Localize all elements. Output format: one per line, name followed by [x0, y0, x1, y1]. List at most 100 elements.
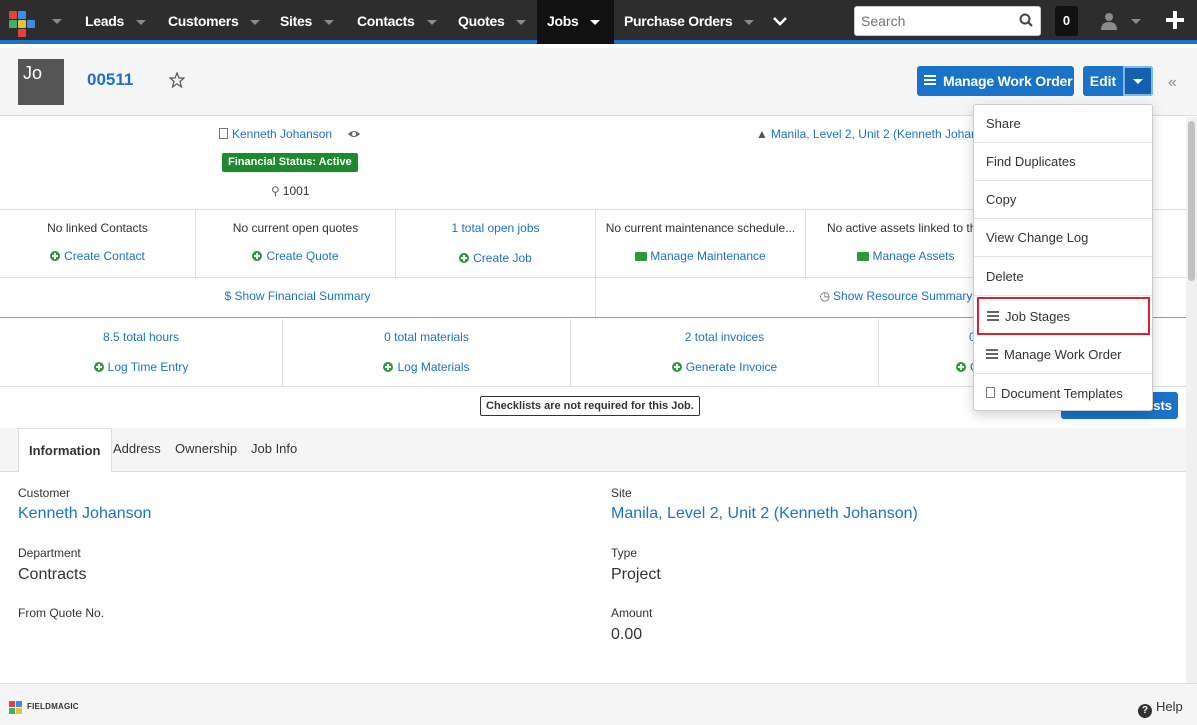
jobs-cell: 1 total open jobs Create Job	[396, 210, 596, 277]
user-avatar-icon[interactable]	[1101, 12, 1117, 30]
plus-circle-icon	[93, 362, 104, 372]
customer-value-link[interactable]: Kenneth Johanson	[18, 505, 151, 523]
nav-contacts[interactable]: Contacts	[357, 0, 437, 44]
scrollbar-thumb[interactable]	[1188, 121, 1195, 281]
record-number-title[interactable]: 00511	[87, 70, 133, 90]
materials-cell: 0 total materials Log Materials	[283, 319, 571, 386]
logo-dropdown-caret-icon[interactable]	[52, 19, 62, 24]
tab-information[interactable]: Information	[18, 428, 112, 472]
summary-site-text: Manila, Level 2, Unit 2 (Kenneth Johanso…	[770, 127, 1002, 141]
page-scrollbar[interactable]	[1186, 117, 1197, 683]
total-materials-link[interactable]: 0 total materials	[283, 330, 570, 344]
menu-item-copy[interactable]: Copy	[974, 181, 1152, 219]
invoices-cell: 2 total invoices Generate Invoice	[571, 319, 879, 386]
edit-button[interactable]: Edit	[1083, 66, 1123, 96]
tab-ownership[interactable]: Ownership	[175, 441, 237, 456]
chevron-down-icon	[250, 19, 261, 25]
nav-leads[interactable]: Leads	[85, 0, 146, 44]
nav-quotes[interactable]: Quotes	[458, 0, 527, 44]
nav-purchase-orders[interactable]: Purchase Orders	[624, 0, 755, 44]
search-icon[interactable]	[1019, 13, 1033, 27]
tab-job-info[interactable]: Job Info	[251, 441, 297, 456]
log-time-entry-label: Log Time Entry	[107, 360, 189, 374]
help-label: Help	[1156, 699, 1183, 714]
nav-customers-label: Customers	[168, 13, 239, 29]
department-label: Department	[18, 546, 81, 560]
nav-purchase-orders-label: Purchase Orders	[624, 13, 733, 29]
generate-invoice-link[interactable]: Generate Invoice	[571, 360, 878, 374]
list-icon	[987, 311, 999, 321]
type-value: Project	[611, 566, 661, 583]
manage-work-order-button[interactable]: Manage Work Order	[917, 66, 1074, 96]
chevron-down-icon	[426, 19, 437, 25]
create-quote-link[interactable]: Create Quote	[196, 249, 395, 263]
menu-item-manage-work-order-label: Manage Work Order	[1004, 347, 1122, 362]
log-materials-link[interactable]: Log Materials	[283, 360, 570, 374]
create-contact-link[interactable]: Create Contact	[0, 249, 195, 263]
manage-maintenance-label: Manage Maintenance	[650, 249, 766, 263]
more-menu-chevron-icon[interactable]	[773, 16, 787, 26]
manage-maintenance-link[interactable]: Manage Maintenance	[596, 249, 805, 263]
building-icon	[219, 128, 228, 139]
menu-item-share[interactable]: Share	[974, 105, 1152, 143]
create-quote-label: Create Quote	[266, 249, 339, 263]
total-hours-link[interactable]: 8.5 total hours	[0, 330, 282, 344]
plus-circle-icon	[956, 362, 966, 372]
search-input[interactable]	[854, 6, 1041, 36]
chevron-down-icon	[744, 19, 755, 25]
nav-sites-label: Sites	[280, 13, 312, 29]
star-favorite-icon[interactable]	[169, 72, 185, 88]
document-icon	[986, 387, 995, 398]
hours-cell: 8.5 total hours Log Time Entry	[0, 319, 283, 386]
edit-dropdown-toggle[interactable]	[1123, 66, 1153, 96]
tab-address[interactable]: Address	[113, 441, 161, 456]
eye-icon[interactable]	[347, 129, 361, 139]
summary-site-link[interactable]: ▲ Manila, Level 2, Unit 2 (Kenneth Johans…	[756, 127, 1001, 141]
show-resource-summary-label: Show Resource Summary	[833, 289, 973, 303]
financial-summary-cell: $ Show Financial Summary	[0, 278, 596, 317]
create-job-link[interactable]: Create Job	[396, 251, 595, 265]
open-jobs-link[interactable]: 1 total open jobs	[396, 221, 595, 235]
menu-item-document-templates[interactable]: Document Templates	[974, 375, 1152, 410]
menu-item-job-stages-label: Job Stages	[1005, 309, 1071, 324]
record-avatar: Jo	[18, 59, 64, 105]
collapse-panel-icon[interactable]: «	[1168, 74, 1177, 92]
total-invoices-link[interactable]: 2 total invoices	[571, 330, 878, 344]
top-navbar: Leads Customers Sites Contacts Quotes Jo…	[0, 0, 1197, 44]
menu-item-view-change-log[interactable]: View Change Log	[974, 219, 1152, 257]
plus-circle-icon	[671, 362, 682, 372]
menu-item-find-duplicates[interactable]: Find Duplicates	[974, 143, 1152, 181]
log-time-entry-link[interactable]: Log Time Entry	[0, 360, 282, 374]
nav-sites[interactable]: Sites	[280, 0, 334, 44]
menu-item-job-stages[interactable]: Job Stages	[977, 297, 1150, 335]
app-logo-icon[interactable]	[8, 10, 35, 37]
financial-status-badge: Financial Status: Active	[222, 153, 358, 172]
briefcase-icon	[635, 252, 648, 261]
menu-item-manage-work-order[interactable]: Manage Work Order	[974, 336, 1152, 374]
menu-item-delete[interactable]: Delete	[974, 258, 1152, 296]
help-link[interactable]: ? Help	[1138, 699, 1183, 718]
fieldmagic-logo-icon	[9, 701, 23, 715]
create-job-label: Create Job	[473, 251, 532, 265]
list-icon	[986, 349, 998, 359]
amount-label: Amount	[611, 606, 653, 620]
user-menu-chevron-icon[interactable]	[1131, 19, 1141, 24]
summary-customer-link[interactable]: Kenneth Johanson	[219, 127, 332, 141]
department-value: Contracts	[18, 566, 87, 583]
nav-contacts-label: Contacts	[357, 13, 415, 29]
page-footer: FIELDMAGIC ? Help	[0, 683, 1197, 725]
generate-invoice-label: Generate Invoice	[685, 360, 778, 374]
nav-customers[interactable]: Customers	[168, 0, 261, 44]
log-materials-label: Log Materials	[397, 360, 470, 374]
show-financial-summary-link[interactable]: $ Show Financial Summary	[0, 289, 595, 303]
notification-count-badge[interactable]: 0	[1055, 6, 1078, 36]
create-contact-label: Create Contact	[64, 249, 145, 263]
site-value-link[interactable]: Manila, Level 2, Unit 2 (Kenneth Johanso…	[611, 505, 918, 523]
nav-jobs-label: Jobs	[547, 13, 579, 29]
footer-brand: FIELDMAGIC	[27, 702, 79, 711]
nav-jobs[interactable]: Jobs	[537, 0, 614, 44]
add-new-plus-icon[interactable]	[1166, 11, 1184, 29]
map-pin-icon: ⚲	[271, 184, 280, 198]
nav-leads-label: Leads	[85, 13, 124, 29]
site-number-text: 1001	[282, 184, 310, 198]
